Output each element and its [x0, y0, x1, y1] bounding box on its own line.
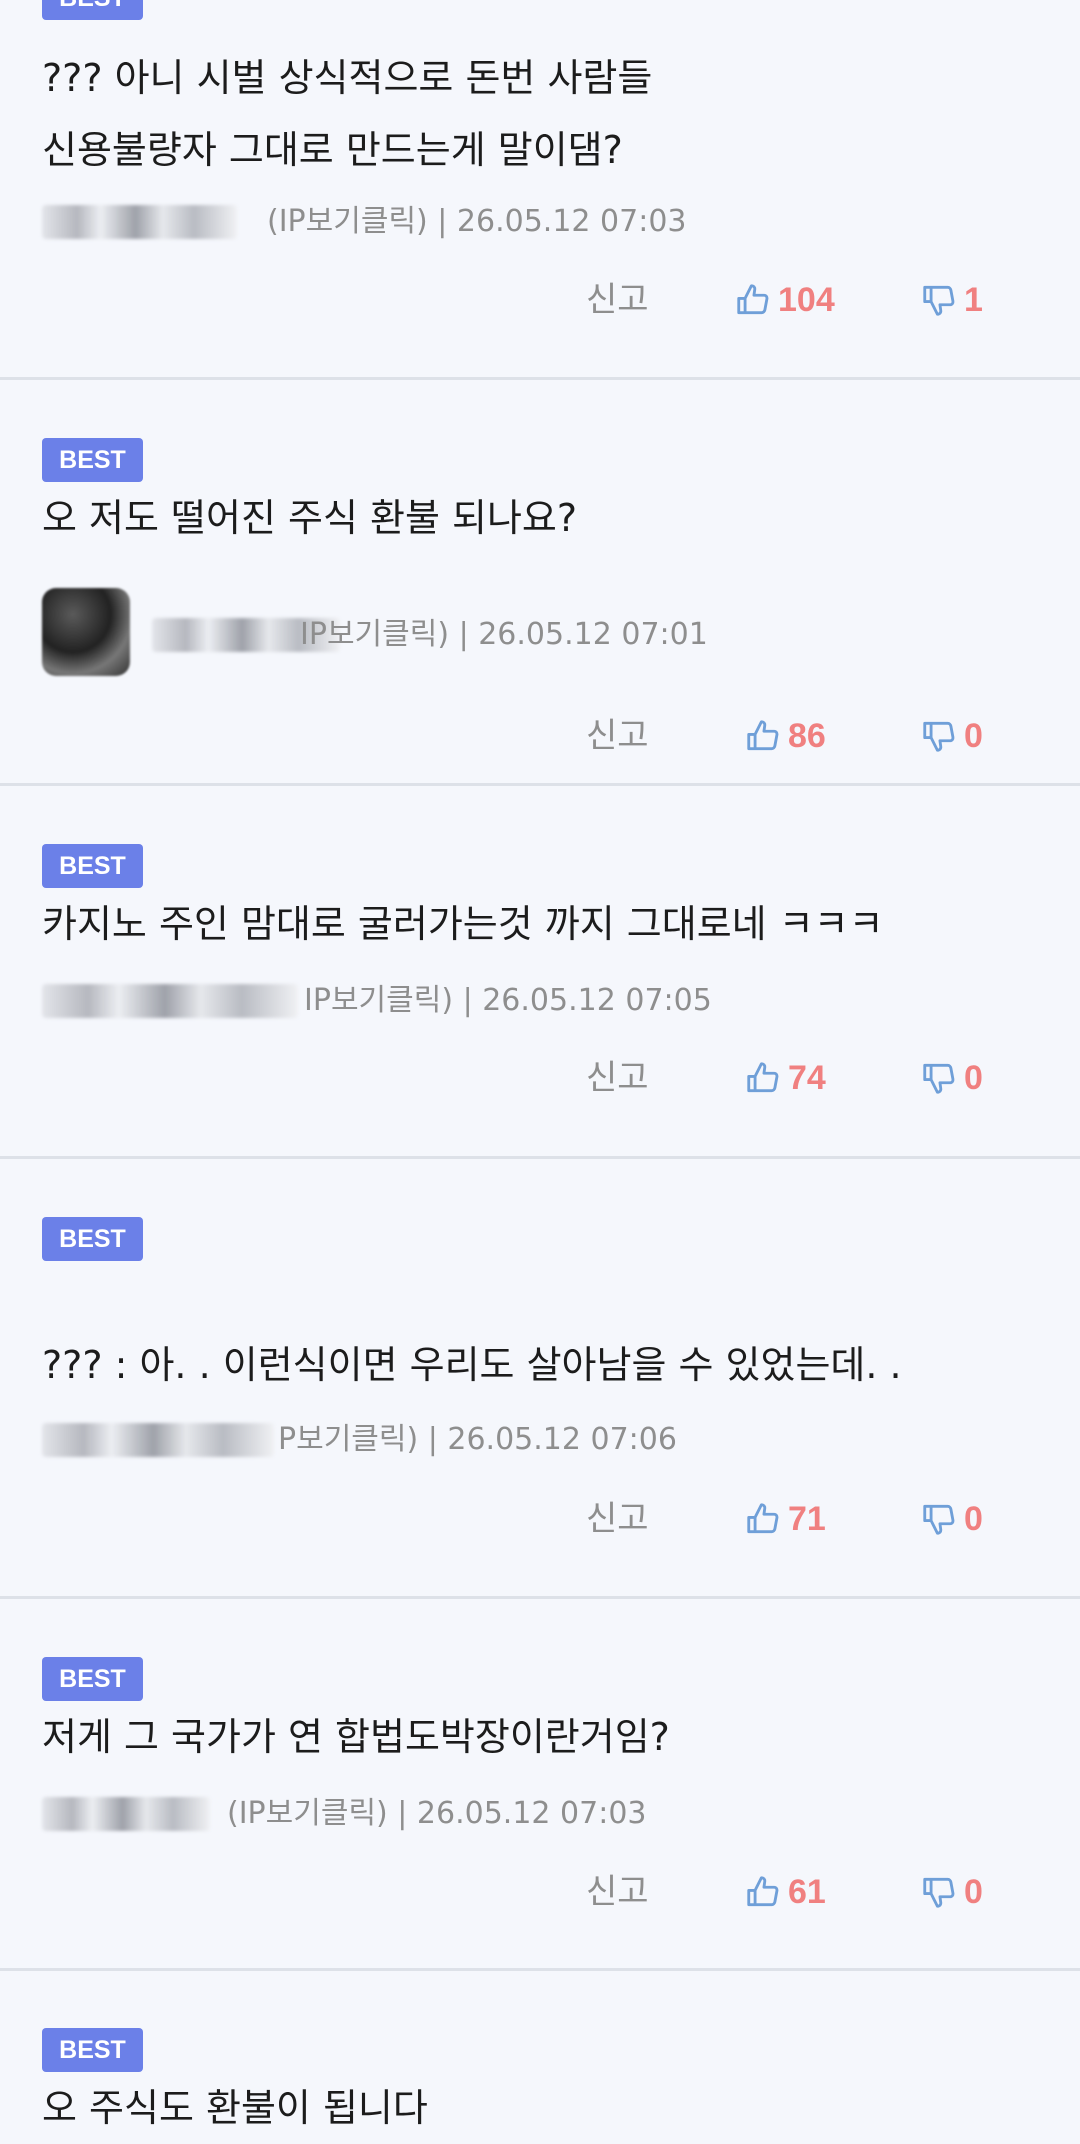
comment-item: BEST 저게 그 국가가 연 합법도박장이란거임? (IP보기클릭) | 26… — [0, 1599, 1080, 1971]
thumbs-up-icon — [747, 1876, 779, 1907]
dislike-button[interactable]: 1 — [920, 270, 983, 330]
comment-item: BEST 오 주식도 환불이 됩니다 — [0, 1971, 1080, 2130]
comment-text: 오 저도 떨어진 주식 환불 되나요? — [42, 496, 578, 540]
comment-item: BEST 카지노 주인 맘대로 굴러가는것 까지 그대로네 ㅋㅋㅋ IP보기클릭… — [0, 786, 1080, 1159]
comment-text: 카지노 주인 맘대로 굴러가는것 까지 그대로네 ㅋㅋㅋ — [42, 902, 884, 946]
like-count: 74 — [788, 1059, 826, 1097]
best-badge: BEST — [42, 1217, 143, 1261]
avatar[interactable] — [42, 588, 130, 676]
like-button[interactable]: 74 — [744, 1048, 826, 1108]
report-button[interactable]: 신고 — [586, 1862, 649, 1922]
best-badge: BEST — [42, 1657, 143, 1701]
like-button[interactable]: 104 — [734, 270, 835, 330]
thumbs-down-icon — [923, 1504, 955, 1535]
author-name-blurred[interactable] — [42, 984, 298, 1018]
report-button[interactable]: 신고 — [586, 270, 649, 330]
ip-and-date[interactable]: IP보기클릭) | 26.05.12 07:01 — [300, 610, 708, 660]
comment-text: ??? 아니 시벌 상식적으로 돈번 사람들 신용불량자 그대로 만드는게 말이… — [42, 56, 653, 172]
report-button[interactable]: 신고 — [586, 1048, 649, 1108]
like-button[interactable]: 71 — [744, 1489, 826, 1549]
best-badge: BEST — [42, 438, 143, 482]
like-count: 71 — [788, 1500, 826, 1538]
comment-item: BEST 오 저도 떨어진 주식 환불 되나요? IP보기클릭) | 26.05… — [0, 380, 1080, 786]
best-badge: BEST — [42, 0, 143, 20]
dislike-count: 0 — [964, 1059, 983, 1097]
ip-and-date[interactable]: (IP보기클릭) | 26.05.12 07:03 — [267, 197, 687, 247]
comment-text: ??? : 아. . 이런식이면 우리도 살아남을 수 있었는데. . — [42, 1343, 902, 1387]
dislike-button[interactable]: 0 — [920, 1048, 983, 1108]
comment-text: 오 주식도 환불이 됩니다 — [42, 2086, 428, 2130]
comment-item: BEST ??? : 아. . 이런식이면 우리도 살아남을 수 있었는데. .… — [0, 1159, 1080, 1599]
author-name-blurred[interactable] — [42, 1797, 210, 1831]
author-name-blurred[interactable] — [42, 1423, 274, 1457]
thumbs-up-icon — [747, 1062, 779, 1093]
ip-and-date[interactable]: IP보기클릭) | 26.05.12 07:05 — [304, 976, 712, 1026]
dislike-button[interactable]: 0 — [920, 706, 983, 766]
dislike-count: 0 — [964, 1873, 983, 1911]
ip-and-date[interactable]: P보기클릭) | 26.05.12 07:06 — [278, 1415, 677, 1465]
dislike-count: 0 — [964, 1500, 983, 1538]
thumbs-up-icon — [747, 720, 779, 751]
comment-item: BEST ??? 아니 시벌 상식적으로 돈번 사람들 신용불량자 그대로 만드… — [0, 0, 1080, 380]
thumbs-up-icon — [747, 1503, 779, 1534]
thumbs-down-icon — [923, 1063, 955, 1094]
like-button[interactable]: 61 — [744, 1862, 826, 1922]
author-name-blurred[interactable] — [42, 205, 237, 239]
like-count: 86 — [788, 717, 826, 755]
like-count: 104 — [778, 281, 835, 319]
like-count: 61 — [788, 1873, 826, 1911]
dislike-count: 0 — [964, 717, 983, 755]
thumbs-down-icon — [923, 1877, 955, 1908]
like-button[interactable]: 86 — [744, 706, 826, 766]
dislike-button[interactable]: 0 — [920, 1489, 983, 1549]
thumbs-up-icon — [737, 284, 769, 315]
dislike-count: 1 — [964, 281, 983, 319]
dislike-button[interactable]: 0 — [920, 1862, 983, 1922]
comment-text: 저게 그 국가가 연 합법도박장이란거임? — [42, 1715, 670, 1759]
report-button[interactable]: 신고 — [586, 1489, 649, 1549]
report-button[interactable]: 신고 — [586, 706, 649, 766]
best-badge: BEST — [42, 2028, 143, 2072]
ip-and-date[interactable]: (IP보기클릭) | 26.05.12 07:03 — [227, 1789, 647, 1839]
best-badge: BEST — [42, 844, 143, 888]
thumbs-down-icon — [923, 721, 955, 752]
thumbs-down-icon — [923, 285, 955, 316]
